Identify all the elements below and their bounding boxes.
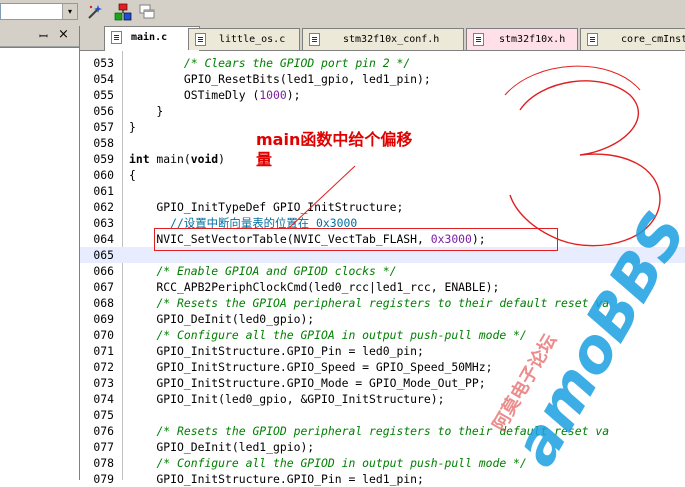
watermark-brand: amoBBS [500,201,685,478]
watermark: amoBBS 阿莫电子论坛 [488,201,685,478]
watermark-group: amoBBS 阿莫电子论坛 [488,201,685,478]
